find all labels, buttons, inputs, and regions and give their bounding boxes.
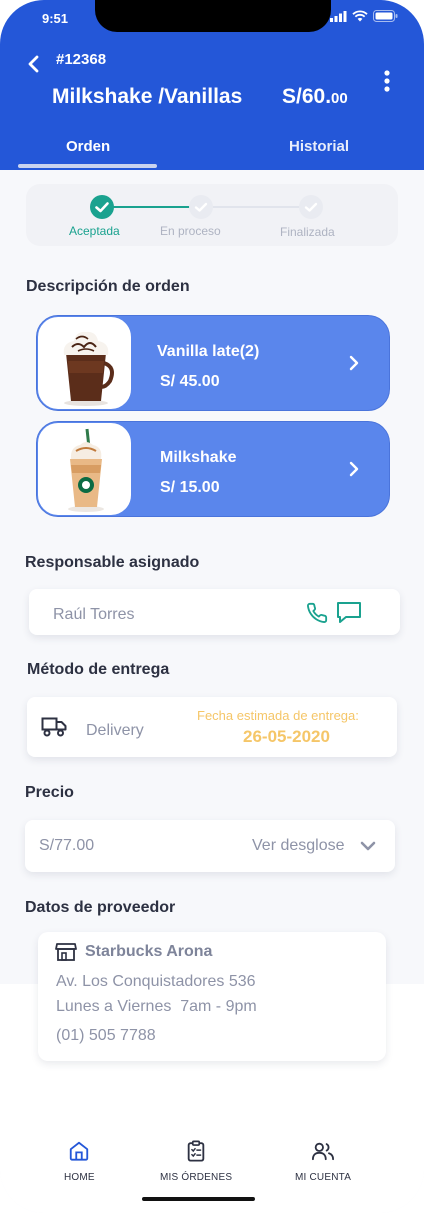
assignee-card: Raúl Torres bbox=[29, 589, 400, 635]
status-time: 9:51 bbox=[42, 11, 69, 26]
provider-title: Datos de proveedor bbox=[25, 899, 176, 916]
tab-historial[interactable]: Historial bbox=[289, 138, 349, 155]
price-title: Precio bbox=[25, 784, 74, 801]
step-pending-icon bbox=[299, 195, 323, 219]
chevron-right-icon[interactable] bbox=[347, 354, 361, 372]
starbucks-frappe-cup-image bbox=[37, 422, 132, 516]
delivery-card: Delivery Fecha estimada de entrega: 26-0… bbox=[27, 697, 397, 757]
order-id: #12368 bbox=[56, 51, 107, 68]
nav-home-label: HOME bbox=[64, 1172, 95, 1183]
step-label-in-process: En proceso bbox=[160, 224, 221, 238]
order-item-name: Milkshake bbox=[160, 449, 237, 466]
price-value: S/77.00 bbox=[39, 837, 95, 854]
device-notch bbox=[95, 0, 331, 32]
assignee-title: Responsable asignado bbox=[25, 554, 200, 571]
provider-phone[interactable]: (01) 505 7788 bbox=[56, 1027, 156, 1045]
home-icon bbox=[70, 1141, 89, 1161]
order-item-price: S/ 45.00 bbox=[160, 373, 220, 390]
step-connector-pending bbox=[212, 206, 312, 208]
price-card[interactable]: S/77.00 Ver desglose bbox=[25, 820, 395, 872]
hot-chocolate-cup-image bbox=[37, 316, 132, 410]
nav-my-orders[interactable]: MIS ÓRDENES bbox=[160, 1140, 232, 1183]
nav-home[interactable]: HOME bbox=[64, 1140, 95, 1183]
phone-icon[interactable] bbox=[306, 602, 328, 624]
wifi-icon bbox=[352, 10, 368, 22]
battery-icon bbox=[373, 10, 398, 22]
provider-card: Starbucks Arona Av. Los Conquistadores 5… bbox=[38, 932, 386, 1061]
delivery-method: Delivery bbox=[86, 722, 144, 739]
provider-hours: Lunes a Viernes 7am - 9pm bbox=[56, 998, 257, 1015]
order-item-price: S/ 15.00 bbox=[160, 479, 220, 496]
order-description-title: Descripción de orden bbox=[26, 278, 190, 295]
order-price-cents: 00 bbox=[331, 90, 348, 107]
step-label-accepted: Aceptada bbox=[69, 224, 120, 238]
header: 9:51 #12368 Milkshake /Vanillas S/60.00 … bbox=[0, 0, 424, 170]
home-indicator bbox=[142, 1197, 255, 1201]
provider-name: Starbucks Arona bbox=[85, 943, 213, 960]
phone-screen: 9:51 #12368 Milkshake /Vanillas S/60.00 … bbox=[0, 0, 424, 1213]
order-item-name: Vanilla late(2) bbox=[157, 343, 260, 360]
order-progress-stepper: Aceptada En proceso Finalizada bbox=[26, 184, 398, 246]
assignee-name: Raúl Torres bbox=[53, 606, 135, 623]
clipboard-icon bbox=[187, 1140, 205, 1162]
order-item-card[interactable]: Vanilla late(2) S/ 45.00 bbox=[36, 315, 390, 411]
order-price-main: S/60. bbox=[282, 85, 332, 108]
order-item-card[interactable]: Milkshake S/ 15.00 bbox=[36, 421, 390, 517]
signal-icon bbox=[330, 10, 347, 22]
delivery-eta-date: 26-05-2020 bbox=[243, 727, 330, 746]
provider-address: Av. Los Conquistadores 536 bbox=[56, 973, 256, 990]
delivery-eta-label: Fecha estimada de entrega: bbox=[197, 708, 359, 723]
order-title: Milkshake /Vanillas bbox=[52, 85, 243, 108]
status-icons bbox=[330, 10, 398, 22]
chevron-down-icon[interactable] bbox=[359, 840, 377, 852]
order-price: S/60.00 bbox=[282, 85, 348, 109]
delivery-method-title: Método de entrega bbox=[27, 661, 170, 678]
step-pending-icon bbox=[189, 195, 213, 219]
back-arrow-icon[interactable] bbox=[24, 54, 44, 74]
store-icon bbox=[55, 943, 77, 961]
nav-my-orders-label: MIS ÓRDENES bbox=[160, 1172, 233, 1183]
active-tab-indicator bbox=[18, 164, 157, 168]
chat-icon[interactable] bbox=[336, 601, 362, 625]
truck-icon bbox=[41, 717, 67, 737]
tab-orden[interactable]: Orden bbox=[66, 138, 110, 155]
step-label-finished: Finalizada bbox=[280, 225, 335, 239]
nav-my-account[interactable]: MI CUENTA bbox=[295, 1140, 351, 1183]
step-connector-done bbox=[112, 206, 200, 208]
chevron-right-icon[interactable] bbox=[347, 460, 361, 478]
more-options-icon[interactable] bbox=[382, 70, 392, 92]
users-icon bbox=[312, 1142, 335, 1161]
price-breakdown-link[interactable]: Ver desglose bbox=[252, 837, 345, 855]
nav-my-account-label: MI CUENTA bbox=[295, 1172, 352, 1183]
step-done-check-icon bbox=[90, 195, 114, 219]
